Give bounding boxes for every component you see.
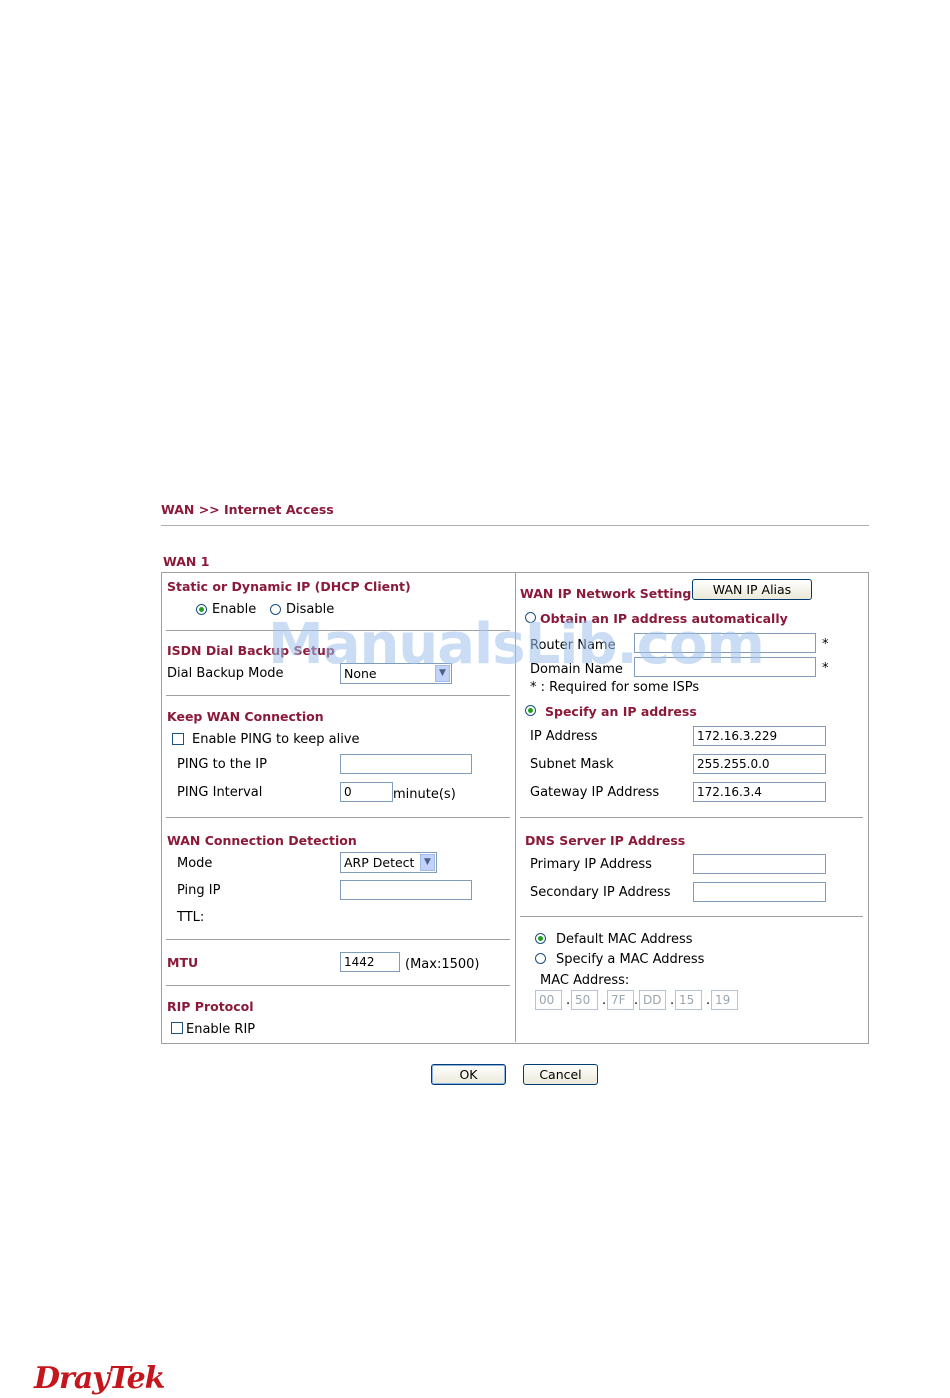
ping-interval-label: PING Interval xyxy=(177,785,263,800)
ttl-label: TTL: xyxy=(177,910,205,925)
domain-name-required: * xyxy=(822,661,829,676)
ping-ip-input[interactable] xyxy=(340,754,472,774)
detection-ping-label: Ping IP xyxy=(177,883,221,898)
keep-wan-title: Keep WAN Connection xyxy=(167,709,324,724)
gateway-input[interactable]: 172.16.3.4 xyxy=(693,782,826,802)
ping-ip-label: PING to the IP xyxy=(177,757,267,772)
mtu-input[interactable]: 1442 xyxy=(340,952,400,972)
mac-octet-2[interactable]: 50 xyxy=(571,990,598,1010)
default-mac-label: Default MAC Address xyxy=(556,932,693,947)
dhcp-title: Static or Dynamic IP (DHCP Client) xyxy=(167,579,411,594)
subnet-mask-label: Subnet Mask xyxy=(530,757,614,772)
draytek-logo: DrayTek xyxy=(34,1361,165,1396)
ok-button[interactable]: OK xyxy=(431,1064,506,1085)
primary-dns-input[interactable] xyxy=(693,854,826,874)
mac-separator: . xyxy=(602,993,607,1008)
default-mac-radio[interactable] xyxy=(535,933,546,944)
breadcrumb-divider xyxy=(161,525,869,526)
dial-backup-mode-label: Dial Backup Mode xyxy=(167,666,284,681)
dhcp-enable-label: Enable xyxy=(212,602,257,617)
mac-separator: . xyxy=(670,993,675,1008)
primary-dns-label: Primary IP Address xyxy=(530,857,652,872)
ip-address-input[interactable]: 172.16.3.229 xyxy=(693,726,826,746)
ping-interval-unit: minute(s) xyxy=(393,787,456,802)
detection-mode-label: Mode xyxy=(177,856,213,871)
detection-mode-value: ARP Detect xyxy=(344,855,415,870)
enable-ping-checkbox[interactable] xyxy=(172,733,184,745)
detection-title: WAN Connection Detection xyxy=(167,833,357,848)
dhcp-enable-radio[interactable] xyxy=(196,604,207,615)
mac-octet-1[interactable]: 00 xyxy=(535,990,562,1010)
separator xyxy=(166,985,510,986)
separator xyxy=(166,695,510,696)
required-note: * : Required for some ISPs xyxy=(530,680,700,695)
mac-separator: . xyxy=(706,993,711,1008)
subnet-mask-input[interactable]: 255.255.0.0 xyxy=(693,754,826,774)
watermark: ManualsLib.com xyxy=(268,612,765,677)
enable-ping-label: Enable PING to keep alive xyxy=(192,732,360,747)
specify-ip-radio[interactable] xyxy=(525,705,536,716)
mac-octet-3[interactable]: 7F xyxy=(607,990,634,1010)
cancel-button[interactable]: Cancel xyxy=(523,1064,598,1085)
separator xyxy=(166,817,510,818)
breadcrumb: WAN >> Internet Access xyxy=(161,502,334,517)
mac-address-label: MAC Address: xyxy=(540,973,630,988)
rip-title: RIP Protocol xyxy=(167,999,254,1014)
chevron-down-icon: ▼ xyxy=(420,854,435,871)
enable-rip-checkbox[interactable] xyxy=(171,1022,183,1034)
separator xyxy=(520,916,863,917)
secondary-dns-input[interactable] xyxy=(693,882,826,902)
detection-ping-input[interactable] xyxy=(340,880,472,900)
separator xyxy=(520,817,863,818)
separator xyxy=(166,939,510,940)
mac-octet-5[interactable]: 15 xyxy=(675,990,702,1010)
dns-title: DNS Server IP Address xyxy=(525,833,686,848)
specify-ip-label: Specify an IP address xyxy=(545,704,697,719)
ip-address-label: IP Address xyxy=(530,729,598,744)
specify-mac-radio[interactable] xyxy=(535,953,546,964)
wan-ip-alias-button[interactable]: WAN IP Alias xyxy=(692,579,812,600)
mac-octet-6[interactable]: 19 xyxy=(711,990,738,1010)
mtu-title: MTU xyxy=(167,955,199,970)
mac-separator: . xyxy=(634,993,639,1008)
mac-separator: . xyxy=(566,993,571,1008)
router-name-required: * xyxy=(822,637,829,652)
gateway-label: Gateway IP Address xyxy=(530,785,660,800)
mtu-max-label: (Max:1500) xyxy=(405,957,480,972)
detection-mode-select[interactable]: ARP Detect ▼ xyxy=(340,852,437,873)
specify-mac-label: Specify a MAC Address xyxy=(556,952,705,967)
mac-octet-4[interactable]: DD xyxy=(639,990,666,1010)
ping-interval-input[interactable]: 0 xyxy=(340,782,393,802)
wan-title: WAN 1 xyxy=(163,554,210,569)
enable-rip-label: Enable RIP xyxy=(186,1022,256,1037)
wan-ip-settings-title: WAN IP Network Settings xyxy=(520,586,699,601)
secondary-dns-label: Secondary IP Address xyxy=(530,885,671,900)
